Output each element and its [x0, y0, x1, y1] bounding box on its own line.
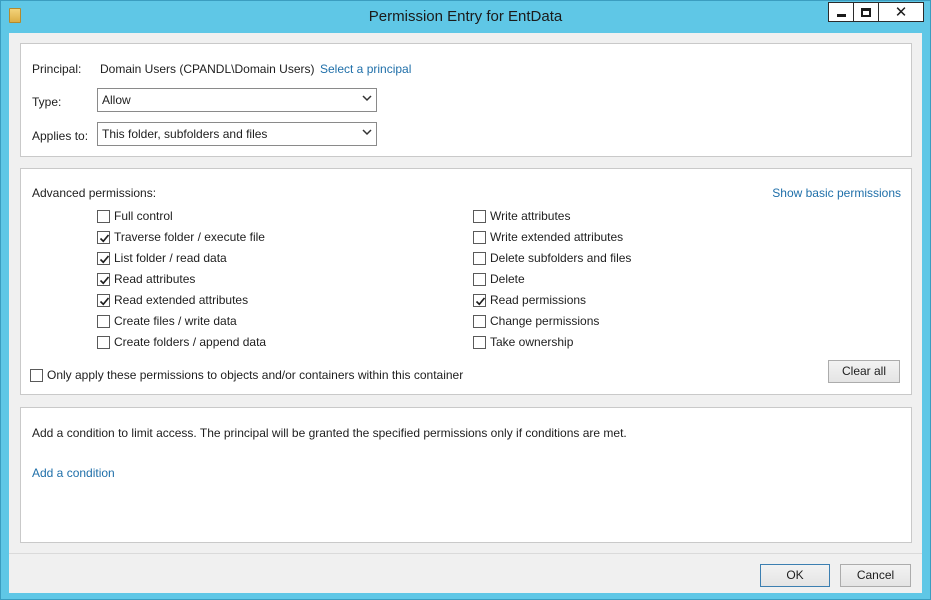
permission-label: Change permissions	[490, 314, 600, 328]
permission-label: Create folders / append data	[114, 335, 267, 349]
close-icon: ✕	[894, 2, 908, 21]
principal-label: Principal:	[32, 62, 82, 76]
permission-checkbox[interactable]	[97, 272, 110, 286]
applies-to-dropdown[interactable]: This folder, subfolders and files	[97, 122, 377, 146]
left-permission-row[interactable]: Read extended attributes	[97, 293, 248, 307]
select-principal-link[interactable]: Select a principal	[320, 62, 411, 76]
permission-checkbox[interactable]	[97, 209, 110, 223]
title-bar[interactable]: Permission Entry for EntData ✕	[1, 1, 930, 33]
permission-label: Delete subfolders and files	[490, 251, 632, 265]
only-apply-label: Only apply these permissions to objects …	[47, 368, 464, 382]
checkmark-icon	[99, 275, 110, 285]
right-permission-row[interactable]: Write extended attributes	[473, 230, 623, 244]
permission-label: Take ownership	[490, 335, 574, 349]
maximize-button[interactable]	[853, 2, 879, 22]
show-basic-permissions-link[interactable]: Show basic permissions	[772, 186, 901, 200]
permission-label: Read attributes	[114, 272, 196, 286]
left-permission-row[interactable]: Create files / write data	[97, 314, 237, 328]
permission-checkbox[interactable]	[473, 293, 486, 307]
condition-description: Add a condition to limit access. The pri…	[32, 426, 627, 440]
permission-label: Create files / write data	[114, 314, 237, 328]
permission-label: Read permissions	[490, 293, 587, 307]
permission-label: Write extended attributes	[490, 230, 624, 244]
advanced-permissions-heading: Advanced permissions:	[32, 186, 157, 200]
principal-panel: Principal: Domain Users (CPANDL\Domain U…	[20, 43, 912, 157]
permission-label: Write attributes	[490, 209, 571, 223]
permission-checkbox[interactable]	[473, 335, 486, 349]
type-dropdown-value: Allow	[102, 93, 131, 107]
close-button[interactable]: ✕	[878, 2, 924, 22]
caption-buttons: ✕	[828, 2, 924, 22]
maximize-icon	[861, 7, 871, 17]
type-label: Type:	[32, 95, 62, 109]
dialog-footer: OK Cancel	[9, 553, 922, 593]
checkmark-icon	[99, 233, 110, 243]
permission-checkbox[interactable]	[473, 314, 486, 328]
left-permission-row[interactable]: Create folders / append data	[97, 335, 266, 349]
right-permission-row[interactable]: Delete	[473, 272, 525, 286]
permission-checkbox[interactable]	[97, 251, 110, 265]
add-condition-link[interactable]: Add a condition	[32, 466, 115, 480]
permission-label: Traverse folder / execute file	[114, 230, 265, 244]
only-apply-checkbox[interactable]	[30, 368, 43, 382]
type-dropdown[interactable]: Allow	[97, 88, 377, 112]
cancel-button[interactable]: Cancel	[840, 564, 911, 587]
checkmark-icon	[475, 296, 486, 306]
checkmark-icon	[99, 254, 110, 264]
permission-checkbox[interactable]	[473, 251, 486, 265]
permission-label: Full control	[114, 209, 173, 223]
permission-checkbox[interactable]	[97, 293, 110, 307]
right-permission-row[interactable]: Read permissions	[473, 293, 586, 307]
advanced-permissions-panel: Advanced permissions: Show basic permiss…	[20, 168, 912, 395]
permission-checkbox[interactable]	[473, 230, 486, 244]
permission-label: Delete	[490, 272, 525, 286]
left-permission-row[interactable]: Read attributes	[97, 272, 195, 286]
principal-value: Domain Users (CPANDL\Domain Users)	[100, 62, 315, 76]
right-permission-row[interactable]: Change permissions	[473, 314, 599, 328]
minimize-icon	[836, 13, 846, 17]
left-permission-row[interactable]: List folder / read data	[97, 251, 227, 265]
right-permission-row[interactable]: Delete subfolders and files	[473, 251, 631, 265]
right-permission-row[interactable]: Take ownership	[473, 335, 573, 349]
permission-checkbox[interactable]	[97, 230, 110, 244]
permission-label: List folder / read data	[114, 251, 227, 265]
checkmark-icon	[99, 296, 110, 306]
chevron-down-icon	[362, 95, 372, 102]
window-title: Permission Entry for EntData	[368, 8, 563, 25]
chevron-down-icon	[362, 129, 372, 136]
only-apply-checkbox-row[interactable]: Only apply these permissions to objects …	[30, 368, 463, 382]
right-permission-row[interactable]: Write attributes	[473, 209, 570, 223]
permission-entry-window: Permission Entry for EntData ✕ Principal…	[0, 0, 931, 600]
applies-to-dropdown-value: This folder, subfolders and files	[102, 127, 268, 141]
left-permission-row[interactable]: Traverse folder / execute file	[97, 230, 265, 244]
left-permission-row[interactable]: Full control	[97, 209, 173, 223]
permission-label: Read extended attributes	[114, 293, 249, 307]
applies-to-label: Applies to:	[32, 129, 89, 143]
clear-all-button[interactable]: Clear all	[828, 360, 900, 383]
permission-checkbox[interactable]	[97, 314, 110, 328]
permission-checkbox[interactable]	[97, 335, 110, 349]
permission-checkbox[interactable]	[473, 209, 486, 223]
dialog-body: Principal: Domain Users (CPANDL\Domain U…	[9, 33, 922, 553]
condition-panel: Add a condition to limit access. The pri…	[20, 407, 912, 543]
ok-button[interactable]: OK	[760, 564, 830, 587]
permission-checkbox[interactable]	[473, 272, 486, 286]
minimize-button[interactable]	[828, 2, 854, 22]
